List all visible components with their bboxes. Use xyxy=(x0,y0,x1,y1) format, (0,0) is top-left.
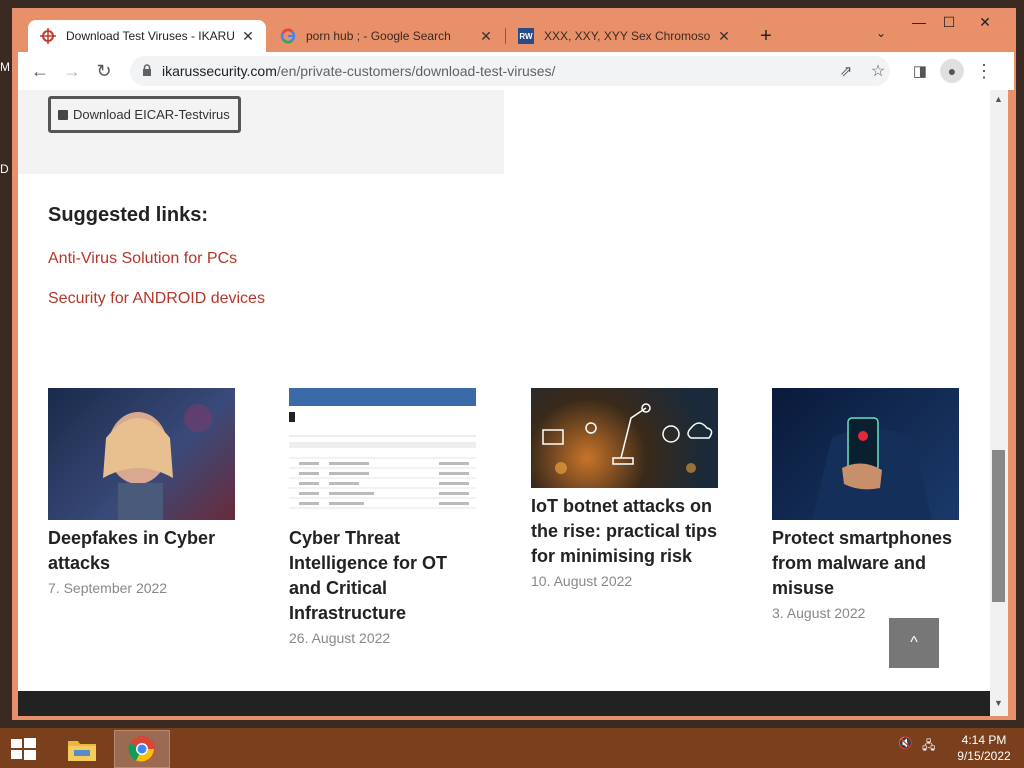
speaker-muted-icon[interactable]: 🔇 xyxy=(898,736,913,750)
article-card[interactable]: Cyber Threat Intelligence for OT and Cri… xyxy=(289,388,476,646)
article-title[interactable]: Protect smartphones from malware and mis… xyxy=(772,526,959,601)
article-title[interactable]: IoT botnet attacks on the rise: practica… xyxy=(531,494,718,569)
article-image[interactable] xyxy=(772,388,959,520)
browser-toolbar: ← → ↻ ikarussecurity.com/en/private-cust… xyxy=(18,52,1014,90)
article-image[interactable] xyxy=(289,388,476,520)
scroll-up-icon[interactable]: ▲ xyxy=(994,94,1003,104)
url-host: ikarussecurity.com xyxy=(162,63,277,79)
clock-date: 9/15/2022 xyxy=(957,749,1011,763)
article-date: 7. September 2022 xyxy=(48,580,168,596)
close-icon[interactable]: ✕ xyxy=(478,28,494,44)
tab-search-icon[interactable]: ⌄ xyxy=(876,26,886,40)
article-title[interactable]: Deepfakes in Cyber attacks xyxy=(48,526,235,576)
browser-window: Download Test Viruses - IKARUS ✕ porn hu… xyxy=(12,8,1016,720)
maximize-icon[interactable]: ☐ xyxy=(932,8,966,36)
suggested-links-heading: Suggested links: xyxy=(48,204,209,226)
article-date: 10. August 2022 xyxy=(531,573,633,589)
clock-time: 4:14 PM xyxy=(961,733,1007,747)
floppy-icon xyxy=(58,109,68,120)
reload-icon[interactable]: ↻ xyxy=(92,59,116,83)
forward-icon[interactable]: → xyxy=(60,59,84,83)
tab-sex-chromosome[interactable]: RW XXX, XXY, XYY Sex Chromosome ✕ xyxy=(506,20,742,52)
article-card[interactable]: Deepfakes in Cyber attacks 7. September … xyxy=(48,388,235,596)
lock-icon[interactable] xyxy=(142,64,152,77)
rw-icon: RW xyxy=(518,28,534,44)
minimize-icon[interactable]: — xyxy=(902,8,936,36)
desktop-icon-label: M xyxy=(0,60,10,74)
windows-start-icon[interactable] xyxy=(8,734,38,764)
close-window-icon[interactable]: ✕ xyxy=(968,8,1002,36)
download-button-label: Download EICAR-Testvirus xyxy=(73,107,230,122)
address-bar[interactable]: ikarussecurity.com/en/private-customers/… xyxy=(130,56,890,86)
share-icon[interactable]: ⇗ xyxy=(834,59,858,83)
link-security-android[interactable]: Security for ANDROID devices xyxy=(48,290,265,308)
chrome-taskbar-icon[interactable] xyxy=(114,730,170,768)
tab-google-search[interactable]: porn hub ; - Google Search ✕ xyxy=(268,20,504,52)
ikarus-icon xyxy=(40,28,56,44)
article-image[interactable] xyxy=(531,388,718,488)
file-explorer-icon[interactable] xyxy=(54,730,110,768)
tab-title: porn hub ; - Google Search xyxy=(306,29,451,43)
page-scrollbar[interactable]: ▲ ▼ xyxy=(990,90,1008,716)
tab-ikarus[interactable]: Download Test Viruses - IKARUS ✕ xyxy=(28,20,266,52)
page-content: Download EICAR-Testvirus Suggested links… xyxy=(18,90,990,716)
scroll-thumb[interactable] xyxy=(992,450,1005,602)
close-icon[interactable]: ✕ xyxy=(716,28,732,44)
bookmark-star-icon[interactable]: ☆ xyxy=(866,59,890,83)
download-section: Download EICAR-Testvirus xyxy=(18,90,504,174)
network-icon[interactable]: 🖧 xyxy=(922,736,935,757)
article-date: 26. August 2022 xyxy=(289,630,391,646)
scroll-down-icon[interactable]: ▼ xyxy=(994,698,1003,708)
new-tab-button[interactable]: + xyxy=(754,24,778,48)
desktop-icon-label: D xyxy=(0,162,9,176)
clock[interactable]: 4:14 PM 9/15/2022 xyxy=(944,732,1024,764)
menu-icon[interactable]: ⋮ xyxy=(972,59,996,83)
tab-strip: Download Test Viruses - IKARUS ✕ porn hu… xyxy=(12,8,1016,52)
link-anti-virus-pcs[interactable]: Anti-Virus Solution for PCs xyxy=(48,250,237,268)
article-image[interactable] xyxy=(48,388,235,520)
url-path: /en/private-customers/download-test-viru… xyxy=(276,63,556,79)
tab-title: XXX, XXY, XYY Sex Chromosome xyxy=(544,29,710,43)
tab-title: Download Test Viruses - IKARUS xyxy=(66,29,234,43)
download-eicar-button[interactable]: Download EICAR-Testvirus xyxy=(48,96,241,133)
article-card[interactable]: Protect smartphones from malware and mis… xyxy=(772,388,959,621)
back-icon[interactable]: ← xyxy=(28,59,52,83)
back-to-top-button[interactable]: ^ xyxy=(889,618,939,668)
url-text[interactable]: ikarussecurity.com/en/private-customers/… xyxy=(162,63,555,79)
google-icon xyxy=(280,28,296,44)
taskbar: 🔇 🖧 4:14 PM 9/15/2022 xyxy=(0,728,1024,768)
article-card[interactable]: IoT botnet attacks on the rise: practica… xyxy=(531,388,718,589)
article-title[interactable]: Cyber Threat Intelligence for OT and Cri… xyxy=(289,526,476,626)
side-panel-icon[interactable]: ◨ xyxy=(908,59,932,83)
page-footer xyxy=(18,691,990,716)
close-icon[interactable]: ✕ xyxy=(240,28,256,44)
profile-icon[interactable]: ● xyxy=(940,59,964,83)
